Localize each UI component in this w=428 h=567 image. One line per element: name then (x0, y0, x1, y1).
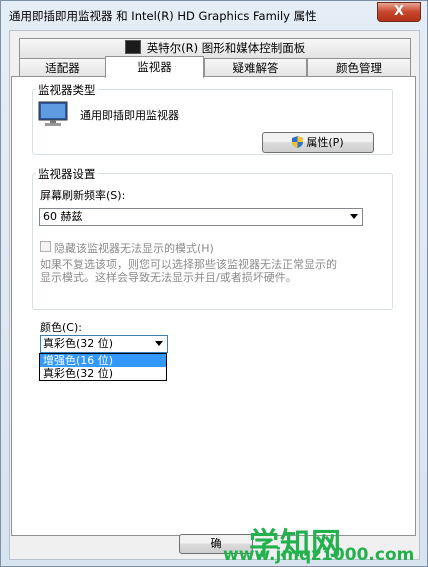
monitor-settings-legend: 监视器设置 (36, 166, 98, 182)
refresh-rate-value: 60 赫兹 (43, 210, 83, 223)
title-bar[interactable]: 通用即插即用监视器 和 Intel(R) HD Graphics Family … (1, 1, 427, 29)
watermark-url: www.jmqz1000.com (223, 545, 415, 565)
properties-window: 通用即插即用监视器 和 Intel(R) HD Graphics Family … (0, 0, 428, 567)
color-option-16bit[interactable]: 增强色(16 位) (40, 354, 166, 367)
colors-dropdown-list: 增强色(16 位) 真彩色(32 位) (39, 353, 167, 381)
tab-label: 适配器 (45, 61, 80, 75)
tab-label: 监视器 (137, 60, 172, 74)
monitor-tab-panel: 监视器类型 通用即插即用监视器 属性(P) 监视器设置 屏幕刷新频率(S): 6… (11, 76, 416, 536)
hide-modes-checkbox[interactable] (40, 241, 51, 252)
tab-label: 疑难解答 (232, 61, 279, 75)
ok-label: 确 (210, 537, 222, 550)
properties-label: 属性(P) (306, 136, 344, 149)
tab-monitor[interactable]: 监视器 (105, 56, 204, 78)
close-button[interactable]: X (377, 2, 421, 22)
monitor-name: 通用即插即用监视器 (80, 109, 179, 122)
chevron-down-icon (155, 341, 163, 346)
uac-shield-icon (292, 136, 304, 148)
tab-troubleshoot[interactable]: 疑难解答 (204, 58, 307, 77)
properties-button[interactable]: 属性(P) (262, 132, 374, 153)
tab-adapter[interactable]: 适配器 (19, 58, 106, 77)
tab-intel-graphics[interactable]: 英特尔(R) 图形和媒体控制面板 (19, 38, 411, 58)
tab-label: 英特尔(R) 图形和媒体控制面板 (146, 41, 306, 55)
refresh-rate-label: 屏幕刷新频率(S): (40, 189, 126, 202)
colors-select-value: 真彩色(32 位) (43, 337, 114, 350)
monitor-icon (38, 101, 68, 126)
tab-label: 颜色管理 (336, 61, 382, 75)
tab-color-management[interactable]: 颜色管理 (307, 58, 411, 77)
hide-modes-label: 隐藏该监视器无法显示的模式(H) (54, 242, 214, 255)
hide-modes-description-line2: 显示模式。这样会导致无法显示并且/或者损坏硬件。 (40, 271, 297, 284)
watermark: 学知网 www.jmqz1000.com (223, 519, 423, 567)
window-title: 通用即插即用监视器 和 Intel(R) HD Graphics Family … (9, 9, 317, 23)
intel-graphics-icon (124, 40, 141, 54)
colors-select[interactable]: 真彩色(32 位) (40, 335, 168, 353)
color-option-32bit[interactable]: 真彩色(32 位) (40, 367, 166, 380)
monitor-type-legend: 监视器类型 (36, 82, 98, 98)
chevron-down-icon (350, 214, 358, 219)
refresh-rate-select[interactable]: 60 赫兹 (39, 208, 363, 226)
colors-label: 颜色(C): (40, 321, 82, 334)
